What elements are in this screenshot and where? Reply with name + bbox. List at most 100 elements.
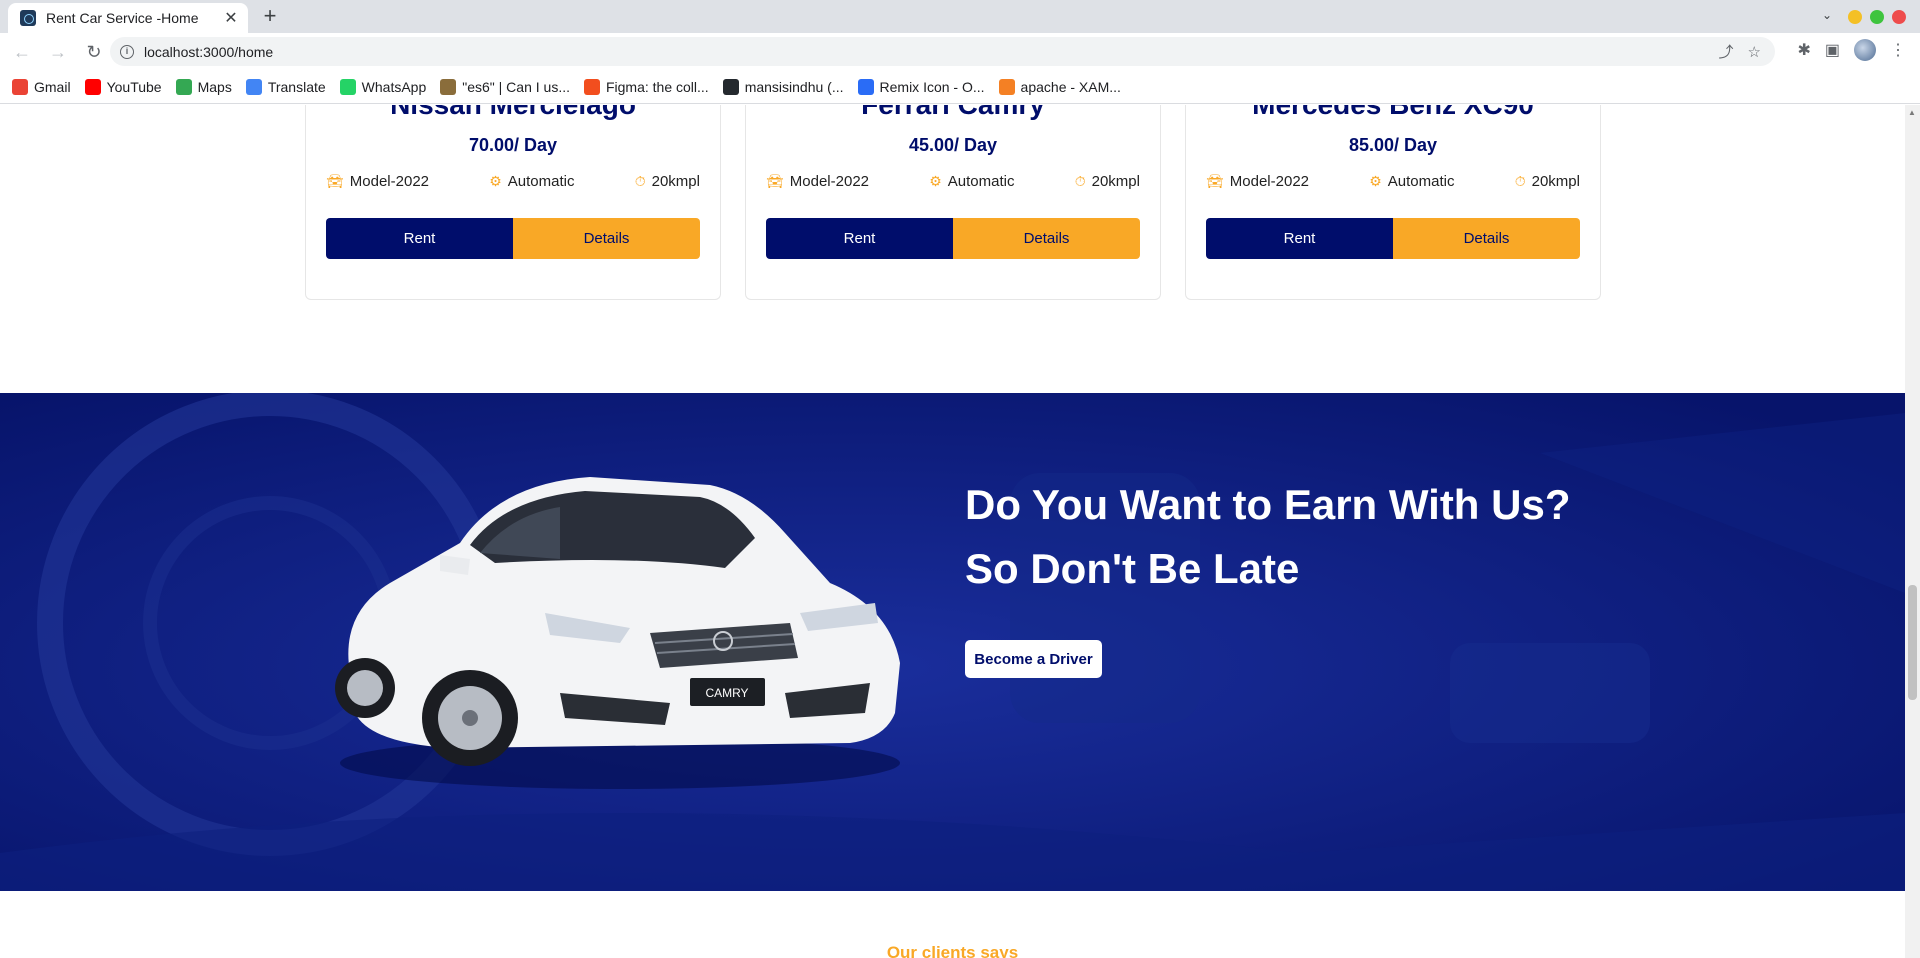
mileage-feature: ⏱ 20kmpl — [635, 173, 700, 190]
bookmark-item[interactable]: "es6" | Can I us... — [440, 79, 570, 95]
share-icon[interactable]: ⤴ — [1719, 41, 1734, 62]
car-icon: 🚘︎ — [1206, 173, 1224, 189]
bookmark-label: "es6" | Can I us... — [462, 79, 570, 95]
car-card: Mercedes Benz XC90 85.00/ Day 🚘︎ Model-20… — [1185, 105, 1601, 300]
mileage-feature: ⏱ 20kmpl — [1515, 173, 1580, 190]
card-actions: Rent Details — [766, 218, 1140, 259]
bookmark-favicon-icon — [583, 79, 600, 95]
close-window-button[interactable] — [1892, 10, 1906, 24]
model-label: Model-2022 — [349, 173, 429, 190]
minimize-button[interactable] — [1848, 10, 1862, 24]
timer-icon: ⏱ — [1074, 173, 1086, 189]
page-viewport: Nissan Mercielago 70.00/ Day 🚘︎ Model-202… — [0, 105, 1905, 958]
bookmark-favicon-icon — [857, 79, 874, 95]
side-panel-icon[interactable]: ▣ — [1825, 40, 1840, 60]
car-price: 45.00/ Day — [908, 135, 998, 155]
driver-section-title: Do You Want to Earn With Us? So Don't Be… — [965, 481, 1571, 592]
scroll-up-arrow-icon[interactable]: ▲ — [1908, 108, 1916, 117]
bookmark-label: Remix Icon - O... — [879, 79, 985, 95]
rent-button[interactable]: Rent — [1206, 218, 1393, 259]
react-favicon-icon — [20, 10, 36, 26]
bookmark-item[interactable]: mansisindhu (... — [722, 79, 844, 95]
toolbar-icons: ✱ ▣ ⋮ — [1797, 39, 1906, 61]
back-arrow-icon[interactable]: ← — [8, 38, 36, 66]
bookmark-favicon-icon — [339, 79, 356, 95]
bookmark-label: WhatsApp — [361, 79, 427, 95]
bookmark-label: mansisindhu (... — [744, 79, 844, 95]
bookmark-label: Translate — [267, 79, 326, 95]
card-actions: Rent Details — [1206, 218, 1580, 259]
tab-search-chevron-icon[interactable]: ⌄ — [1822, 8, 1832, 22]
clients-heading: Our clients says — [886, 943, 1019, 958]
license-plate-text: CAMRY — [705, 686, 748, 700]
model-feature: 🚘︎ Model-2022 — [326, 173, 429, 190]
details-button[interactable]: Details — [513, 218, 700, 259]
site-info-icon[interactable]: i — [120, 44, 134, 59]
bookmark-favicon-icon — [175, 79, 192, 95]
bookmark-item[interactable]: WhatsApp — [339, 79, 427, 95]
dashboard-background-graphic — [0, 393, 1905, 891]
bookmark-item[interactable]: Figma: the coll... — [583, 79, 709, 95]
car-card: Ferrari Camry 45.00/ Day 🚘︎ Model-2022 ⚙ A… — [745, 105, 1161, 300]
timer-icon: ⏱ — [634, 173, 646, 189]
bookmark-favicon-icon — [245, 79, 262, 95]
rent-button[interactable]: Rent — [766, 218, 953, 259]
car-icon: 🚘︎ — [766, 173, 784, 189]
forward-arrow-icon[interactable]: → — [44, 38, 72, 66]
transmission-feature: ⚙ Automatic — [489, 173, 574, 190]
scrollbar-thumb[interactable] — [1908, 585, 1917, 700]
details-button[interactable]: Details — [1393, 218, 1580, 259]
bookmark-favicon-icon — [12, 79, 28, 95]
transmission-label: Automatic — [1387, 173, 1455, 190]
browser-tab-bar: Rent Car Service -Home ✕ + ⌄ — [0, 0, 1920, 33]
new-tab-button[interactable]: + — [258, 5, 282, 29]
more-menu-icon[interactable]: ⋮ — [1890, 40, 1906, 60]
model-label: Model-2022 — [1229, 173, 1309, 190]
bookmark-label: Maps — [197, 79, 232, 95]
close-tab-icon[interactable]: ✕ — [222, 8, 240, 28]
bookmark-item[interactable]: YouTube — [84, 79, 162, 95]
card-actions: Rent Details — [326, 218, 700, 259]
details-button[interactable]: Details — [953, 218, 1140, 259]
bookmark-label: apache - XAM... — [1020, 79, 1121, 95]
maximize-button[interactable] — [1870, 10, 1884, 24]
bookmark-item[interactable]: Remix Icon - O... — [857, 79, 985, 95]
car-price: 85.00/ Day — [1348, 135, 1438, 155]
bookmark-label: Figma: the coll... — [605, 79, 709, 95]
transmission-label: Automatic — [507, 173, 575, 190]
bookmark-item[interactable]: Maps — [175, 79, 232, 95]
become-driver-section: CAMRY Do You Want to Earn With Us? So Do… — [0, 393, 1905, 891]
bookmark-favicon-icon — [998, 79, 1015, 95]
bookmark-favicon-icon — [84, 79, 101, 95]
bookmark-item[interactable]: Gmail — [12, 79, 71, 95]
become-driver-button[interactable]: Become a Driver — [965, 640, 1102, 678]
model-feature: 🚘︎ Model-2022 — [1206, 173, 1309, 190]
window-controls — [1848, 10, 1906, 24]
rent-button[interactable]: Rent — [326, 218, 513, 259]
bookmark-item[interactable]: apache - XAM... — [998, 79, 1121, 95]
address-bar[interactable]: i localhost:3000/home ⤴ ☆ — [110, 37, 1775, 66]
settings-icon: ⚙ — [929, 173, 942, 189]
white-sedan-image: CAMRY — [335, 477, 900, 789]
extensions-puzzle-icon[interactable]: ✱ — [1797, 40, 1810, 60]
transmission-feature: ⚙ Automatic — [1369, 173, 1454, 190]
car-card: Nissan Mercielago 70.00/ Day 🚘︎ Model-202… — [305, 105, 721, 300]
car-name: Mercedes Benz XC90 — [1186, 105, 1600, 121]
page-scrollbar[interactable]: ▲ — [1905, 105, 1920, 958]
mileage-feature: ⏱ 20kmpl — [1075, 173, 1140, 190]
mileage-label: 20kmpl — [1531, 173, 1580, 190]
reload-icon[interactable]: ↻ — [80, 38, 108, 66]
car-features: 🚘︎ Model-2022 ⚙ Automatic ⏱ 20kmpl — [1206, 173, 1580, 190]
settings-icon: ⚙ — [489, 173, 502, 189]
bookmark-favicon-icon — [722, 79, 739, 95]
bookmark-item[interactable]: Translate — [245, 79, 326, 95]
model-label: Model-2022 — [789, 173, 869, 190]
tab-title: Rent Car Service -Home — [46, 10, 199, 26]
bookmark-label: Gmail — [34, 79, 71, 95]
bookmark-label: YouTube — [106, 79, 162, 95]
mileage-label: 20kmpl — [1091, 173, 1140, 190]
browser-tab[interactable]: Rent Car Service -Home ✕ — [8, 3, 248, 33]
bookmark-star-icon[interactable]: ☆ — [1748, 43, 1761, 61]
profile-avatar[interactable] — [1854, 39, 1876, 61]
url-text[interactable]: localhost:3000/home — [144, 44, 1719, 60]
